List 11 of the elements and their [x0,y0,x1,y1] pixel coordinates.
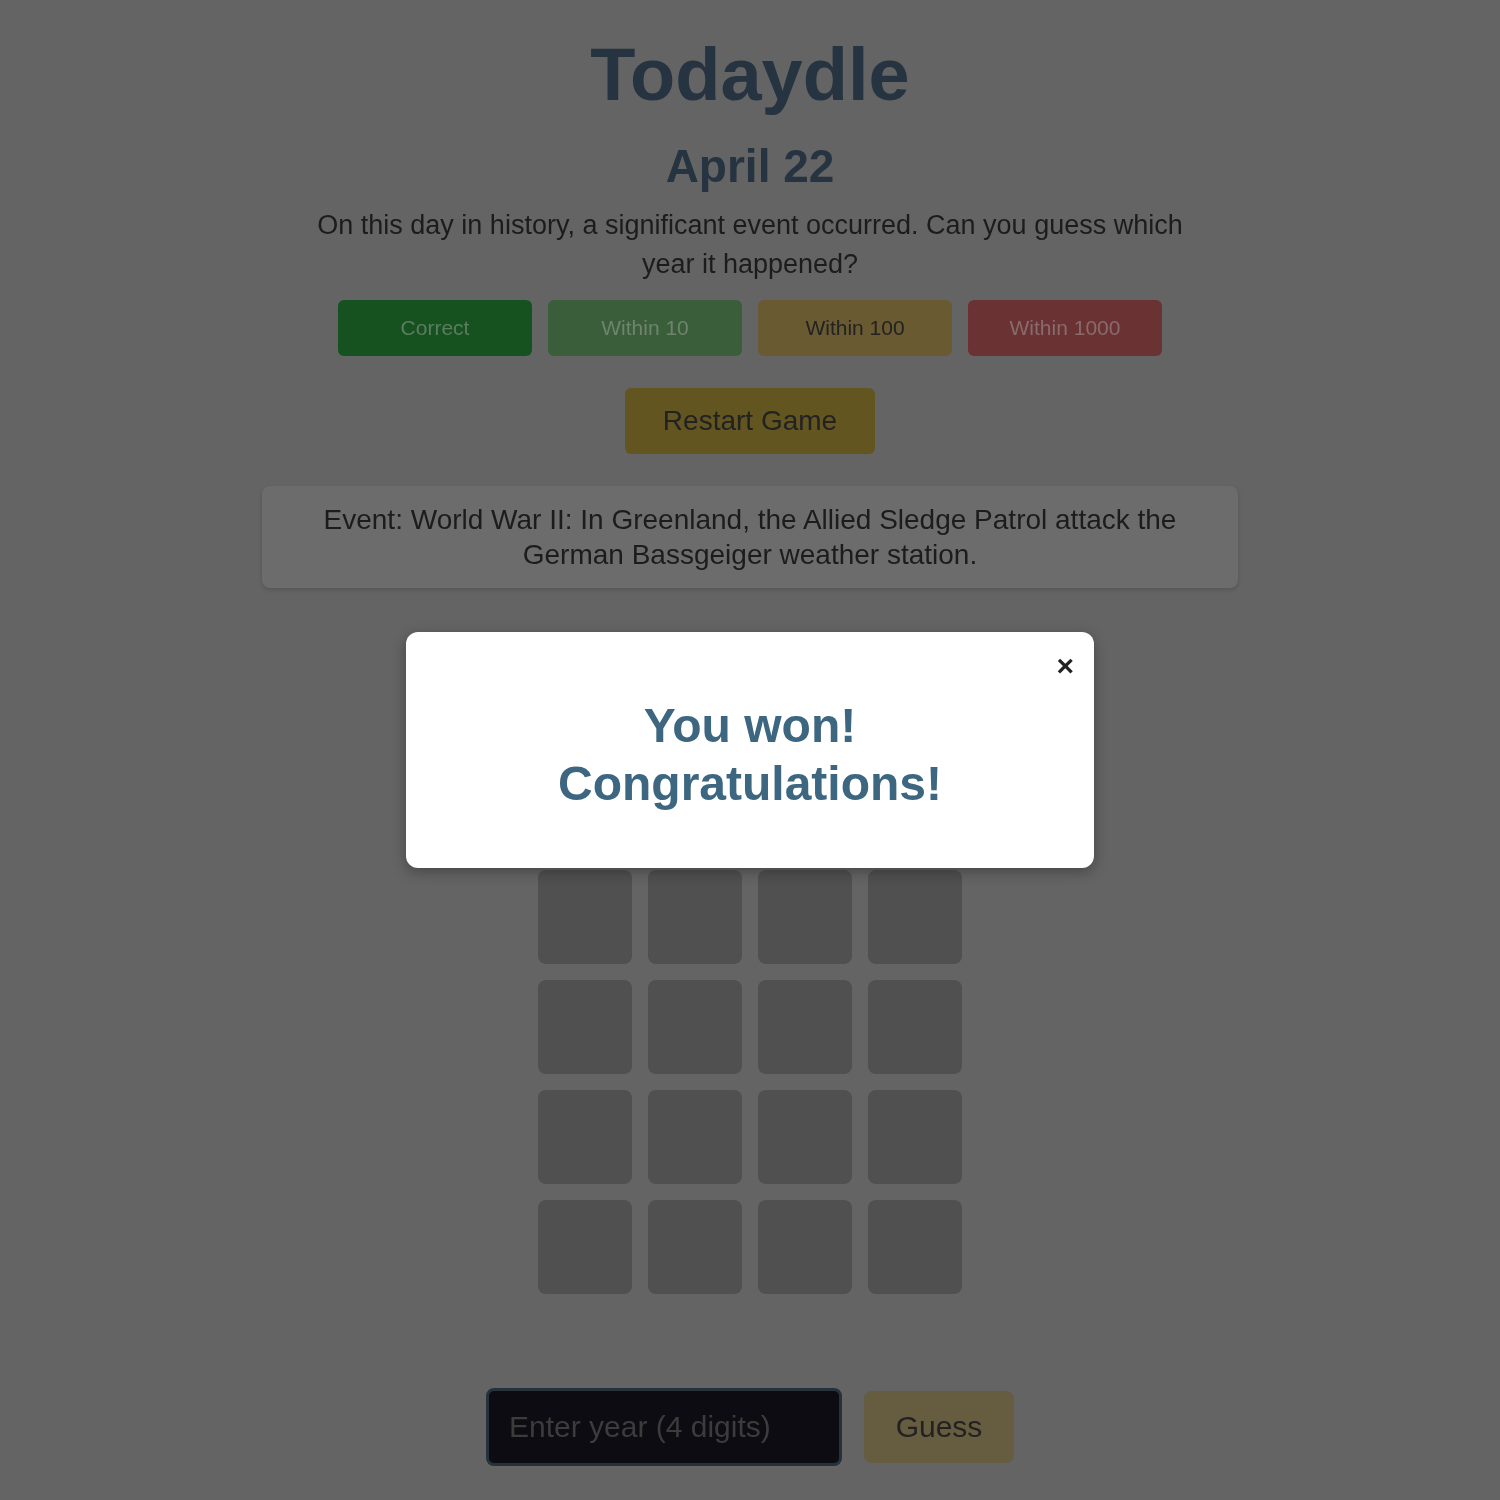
result-message: You won! Congratulations! [557,698,943,812]
date-heading: April 22 [665,139,835,194]
legend-chip: Within 1000 [968,300,1162,356]
restart-button[interactable]: Restart Game [625,388,875,454]
app-title: Todaydle [590,32,910,118]
legend-chip: Within 100 [758,300,952,356]
guess-button[interactable]: Guess [864,1391,1014,1463]
legend-chip: Correct [338,300,532,356]
close-button[interactable]: × [1050,650,1080,682]
event-text: Event: World War II: In Greenland, the Allied Sledge Patrol attack the German Bassgeiger weather station. [262,486,1238,588]
intro-text: On this day in history, a significant event occurred. Can you guess which year it happened? [316,209,1184,281]
